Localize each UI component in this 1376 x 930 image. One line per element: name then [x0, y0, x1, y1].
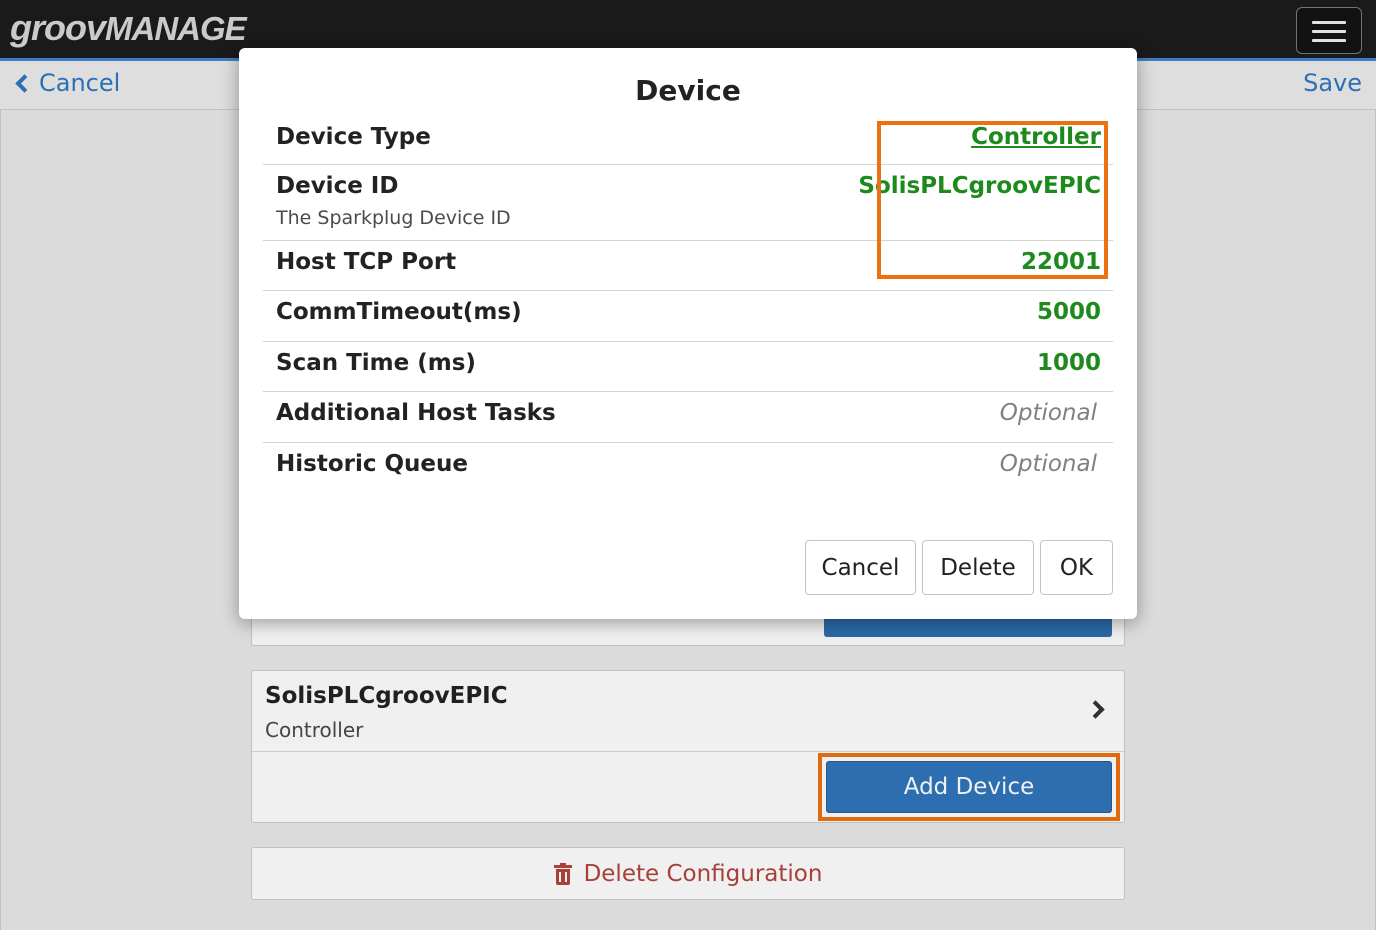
row-device-id[interactable]: Device ID The Sparkplug Device ID SolisP…: [263, 165, 1113, 241]
row-label: Device ID: [276, 173, 399, 199]
row-additional-host-tasks[interactable]: Additional Host Tasks Optional: [263, 392, 1113, 443]
row-host-tcp-port[interactable]: Host TCP Port 22001: [263, 241, 1113, 291]
host-tcp-port-value[interactable]: 22001: [1021, 249, 1101, 275]
modal-ok-button[interactable]: OK: [1040, 540, 1113, 595]
row-scan-time[interactable]: Scan Time (ms) 1000: [263, 342, 1113, 392]
row-comm-timeout[interactable]: CommTimeout(ms) 5000: [263, 291, 1113, 342]
scan-time-value[interactable]: 1000: [1037, 350, 1101, 376]
comm-timeout-value[interactable]: 5000: [1037, 299, 1101, 325]
row-label: Additional Host Tasks: [276, 400, 556, 426]
row-label: Host TCP Port: [276, 249, 457, 275]
modal-delete-button[interactable]: Delete: [922, 540, 1034, 595]
device-modal: Device Device Type Controller Device ID …: [239, 48, 1137, 619]
device-id-value[interactable]: SolisPLCgroovEPIC: [858, 173, 1101, 199]
row-historic-queue[interactable]: Historic Queue Optional: [263, 443, 1113, 493]
row-device-type[interactable]: Device Type Controller: [263, 116, 1113, 165]
row-label: Device Type: [276, 124, 431, 150]
row-label: Scan Time (ms): [276, 350, 476, 376]
modal-title: Device: [635, 74, 741, 107]
row-sublabel: The Sparkplug Device ID: [276, 207, 511, 229]
row-label: CommTimeout(ms): [276, 299, 522, 325]
additional-host-tasks-value[interactable]: Optional: [1000, 400, 1097, 426]
row-label: Historic Queue: [276, 451, 468, 477]
device-type-value[interactable]: Controller: [971, 124, 1101, 150]
historic-queue-value[interactable]: Optional: [1000, 451, 1097, 477]
modal-cancel-button[interactable]: Cancel: [805, 540, 916, 595]
